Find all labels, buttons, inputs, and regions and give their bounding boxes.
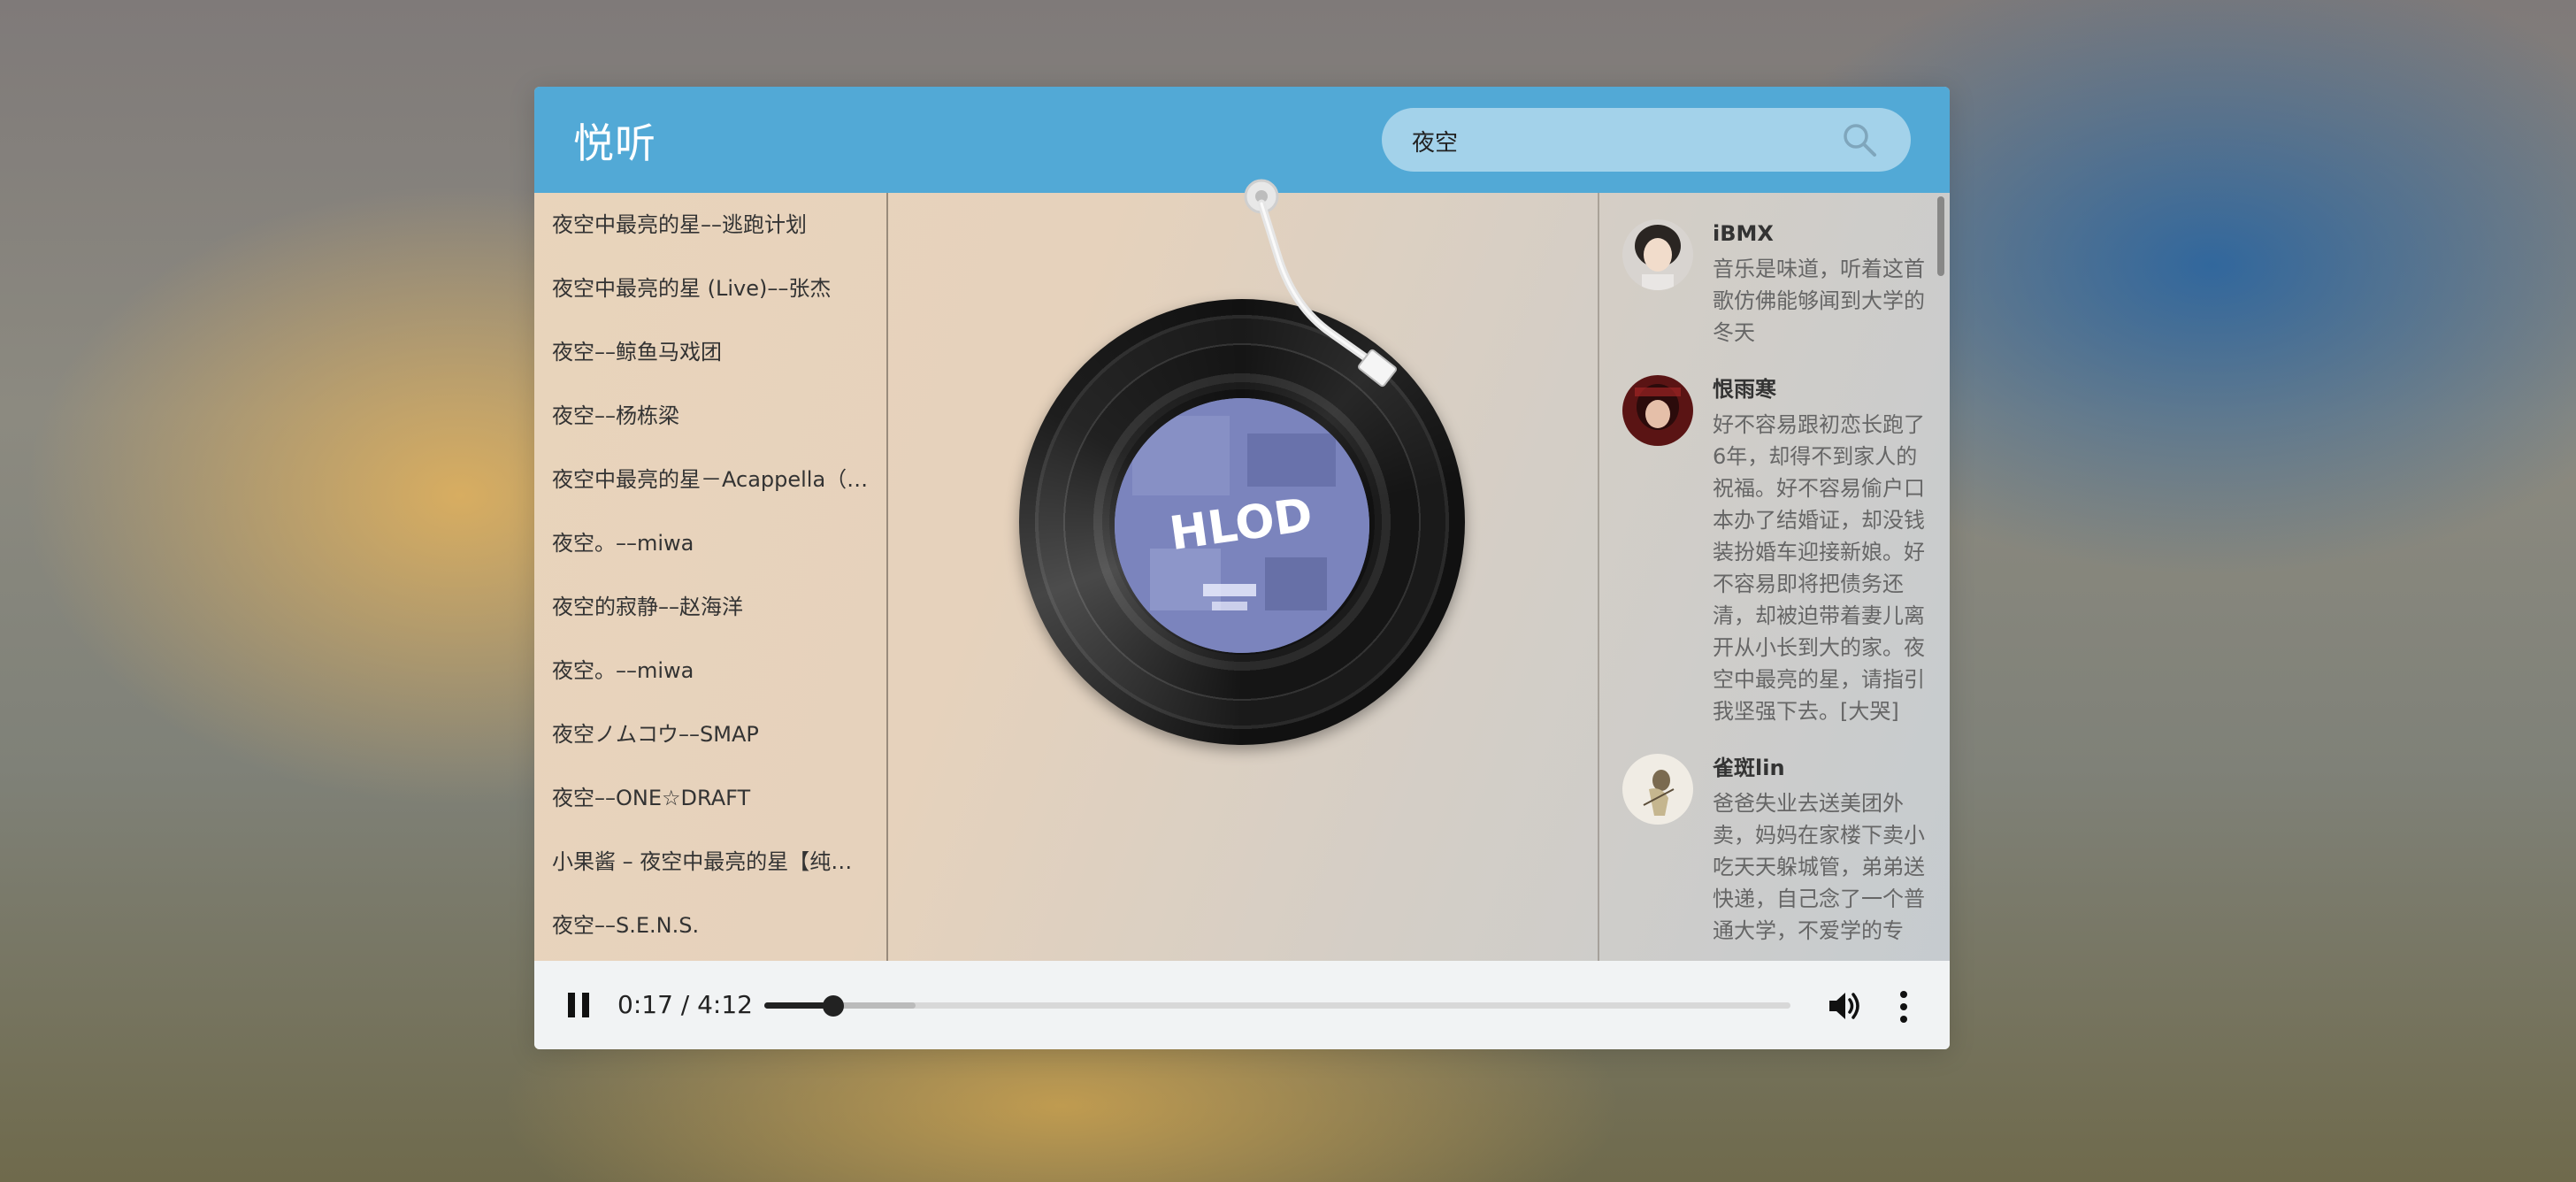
song-item[interactable]: 夜空的寂静––赵海洋 xyxy=(534,575,886,639)
search-icon[interactable] xyxy=(1842,122,1877,157)
album-cover: HLOD xyxy=(1115,398,1369,653)
comment-text: 音乐是味道，听着这首歌仿佛能够闻到大学的冬天 xyxy=(1713,257,1925,345)
avatar xyxy=(1622,375,1693,446)
song-item[interactable]: 夜空。––miwa xyxy=(534,511,886,575)
song-item[interactable]: 夜空中最亮的星－Acappella（… xyxy=(534,448,886,511)
avatar xyxy=(1622,219,1693,290)
song-item[interactable]: 夜空。––miwa xyxy=(534,639,886,702)
avatar xyxy=(1622,754,1693,825)
song-item[interactable]: 夜空––杨栋梁 xyxy=(534,384,886,448)
comment-author: 恨雨寒 xyxy=(1713,377,1776,402)
more-options-icon[interactable] xyxy=(1897,989,1911,1025)
app-logo: 悦听 xyxy=(573,119,656,167)
music-player: 悦听 夜空中最亮的星––逃跑计划 夜空中最亮的星 (Live)––张杰 夜空––… xyxy=(534,87,1950,1049)
header-bar: 悦听 xyxy=(534,87,1950,193)
comments-scrollbar[interactable] xyxy=(1937,196,1944,276)
volume-icon[interactable] xyxy=(1828,989,1863,1023)
comment-item: 恨雨寒 好不容易跟初恋长跑了6年，却得不到家人的祝福。好不容易偷户口本办了结婚证… xyxy=(1599,373,1950,727)
comment-item: iBMX 音乐是味道，听着这首歌仿佛能够闻到大学的冬天 xyxy=(1599,218,1950,349)
comment-text: 好不容易跟初恋长跑了6年，却得不到家人的祝福。好不容易偷户口本办了结婚证，却没钱… xyxy=(1713,412,1925,724)
search-box xyxy=(1382,108,1911,173)
comment-item: 雀斑lin 爸爸失业去送美团外卖，妈妈在家楼下卖小吃天天躲城管，弟弟送快递，自己… xyxy=(1599,752,1950,947)
audio-controls: 0:17 / 4:12 xyxy=(534,961,1950,1049)
song-item[interactable]: 夜空中最亮的星––逃跑计划 xyxy=(534,193,886,257)
comment-author: iBMX xyxy=(1713,221,1774,246)
album-cover-image: HLOD xyxy=(1115,398,1369,653)
song-item[interactable]: 夜空––ONE☆DRAFT xyxy=(534,766,886,830)
seek-thumb[interactable] xyxy=(823,995,845,1017)
comment-text: 爸爸失业去送美团外卖，妈妈在家楼下卖小吃天天躲城管，弟弟送快递，自己念了一个普通… xyxy=(1713,791,1925,943)
time-display: 0:17 / 4:12 xyxy=(617,990,753,1019)
song-item[interactable]: 夜空中最亮的星 (Live)––张杰 xyxy=(534,257,886,320)
comment-list: iBMX 音乐是味道，听着这首歌仿佛能够闻到大学的冬天 恨雨寒 好不容易跟初恋长… xyxy=(1598,193,1950,961)
song-item[interactable]: 夜空––鲸鱼马戏团 xyxy=(534,320,886,384)
pause-icon[interactable] xyxy=(566,991,591,1019)
song-item[interactable]: 夜空––S.E.N.S. xyxy=(534,894,886,957)
search-input[interactable] xyxy=(1410,108,1829,173)
song-list: 夜空中最亮的星––逃跑计划 夜空中最亮的星 (Live)––张杰 夜空––鲸鱼马… xyxy=(534,193,888,961)
song-item[interactable]: 小果酱 – 夜空中最亮的星【纯… xyxy=(534,830,886,894)
comment-author: 雀斑lin xyxy=(1713,756,1785,780)
song-item[interactable]: 夜空ノムコウ––SMAP xyxy=(534,702,886,766)
seek-bar[interactable] xyxy=(764,995,1790,1017)
